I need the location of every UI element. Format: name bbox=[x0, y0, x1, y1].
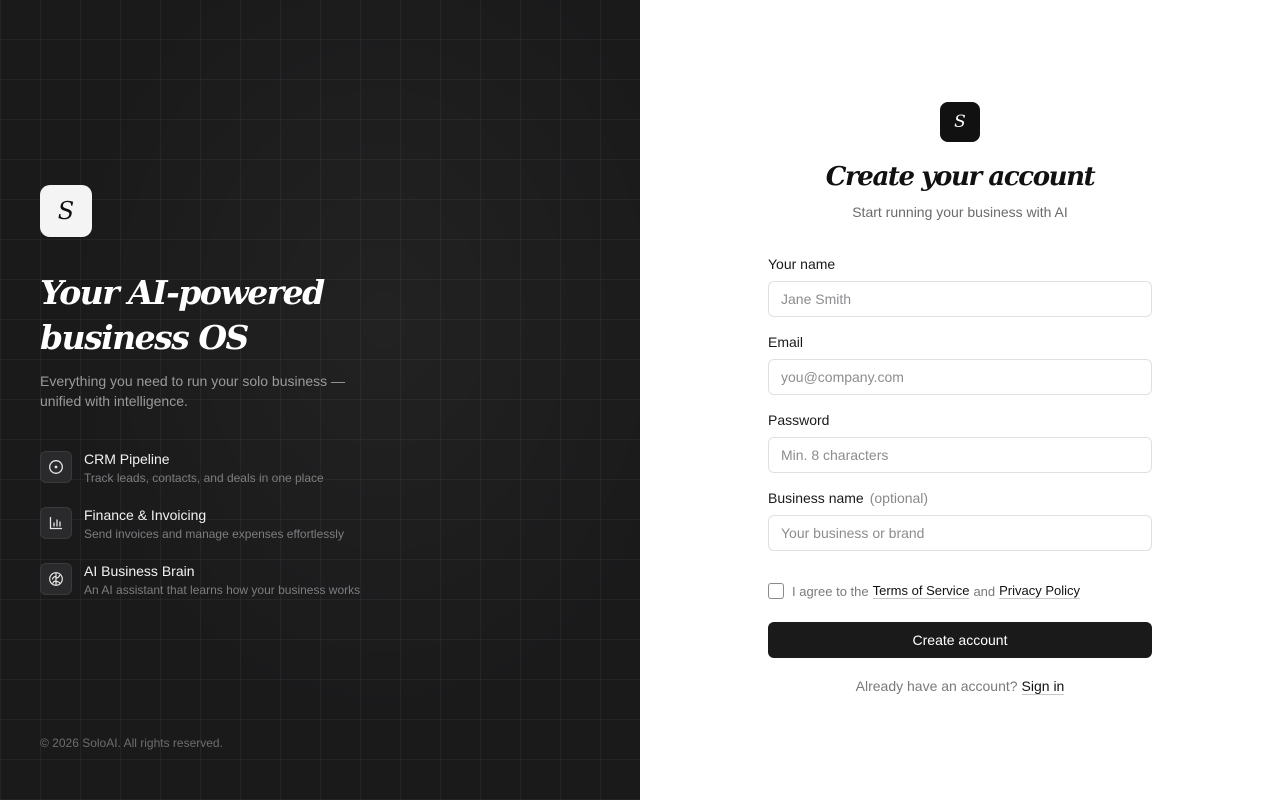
feature-title: CRM Pipeline bbox=[84, 451, 170, 467]
business-label: Business name bbox=[768, 490, 864, 506]
feature-crm: CRM Pipeline Track leads, contacts, and … bbox=[40, 451, 324, 486]
agree-and: and bbox=[973, 583, 996, 599]
email-label: Email bbox=[768, 334, 804, 350]
logo-letter: S bbox=[954, 112, 966, 132]
hero-subtitle: Everything you need to run your solo bus… bbox=[40, 373, 346, 409]
brain-icon bbox=[40, 563, 72, 595]
password-label: Password bbox=[768, 412, 830, 428]
copyright: © 2026 SoloAI. All rights reserved. bbox=[40, 736, 223, 750]
form-subtitle: Start running your business with AI bbox=[852, 204, 1068, 220]
agree-prefix: I agree to the bbox=[792, 583, 869, 599]
terms-link[interactable]: Terms of Service bbox=[872, 583, 970, 599]
optional-hint: (optional) bbox=[869, 490, 929, 506]
feature-description: Track leads, contacts, and deals in one … bbox=[84, 471, 324, 485]
privacy-link[interactable]: Privacy Policy bbox=[999, 583, 1081, 599]
feature-title: AI Business Brain bbox=[84, 563, 195, 579]
target-icon bbox=[40, 451, 72, 483]
form-logo: S bbox=[940, 102, 980, 142]
bar-chart-icon bbox=[40, 507, 72, 539]
terms-checkbox[interactable] bbox=[768, 583, 784, 599]
logo: S bbox=[40, 185, 92, 237]
signin-row: Already have an account? Sign in bbox=[640, 678, 1280, 695]
signup-panel: S Create your account Start running your… bbox=[640, 0, 1280, 800]
terms-agreement: I agree to the Terms of Service and Priv… bbox=[768, 583, 1084, 599]
name-label: Your name bbox=[768, 256, 836, 272]
feature-title: Finance & Invoicing bbox=[84, 507, 207, 523]
feature-description: Send invoices and manage expenses effort… bbox=[84, 527, 344, 541]
business-label-row: Business name (optional) bbox=[768, 490, 928, 506]
signin-link[interactable]: Sign in bbox=[1021, 678, 1065, 695]
hero-line-2: business OS bbox=[40, 318, 249, 357]
logo-letter: S bbox=[57, 197, 75, 225]
feature-finance: Finance & Invoicing Send invoices and ma… bbox=[40, 507, 344, 542]
feature-ai-brain: AI Business Brain An AI assistant that l… bbox=[40, 563, 360, 598]
hero-heading: Your AI-powered business OS bbox=[40, 270, 325, 360]
brand-panel: S Your AI-powered business OS Everything… bbox=[0, 0, 640, 800]
business-name-input[interactable] bbox=[768, 515, 1152, 551]
name-input[interactable] bbox=[768, 281, 1152, 317]
form-title: Create your account bbox=[825, 162, 1096, 192]
signin-prompt: Already have an account? bbox=[855, 678, 1018, 694]
feature-description: An AI assistant that learns how your bus… bbox=[84, 583, 361, 597]
create-account-button[interactable]: Create account bbox=[768, 622, 1152, 658]
hero-line-1: Your AI-powered bbox=[40, 273, 325, 312]
password-input[interactable] bbox=[768, 437, 1152, 473]
email-input[interactable] bbox=[768, 359, 1152, 395]
